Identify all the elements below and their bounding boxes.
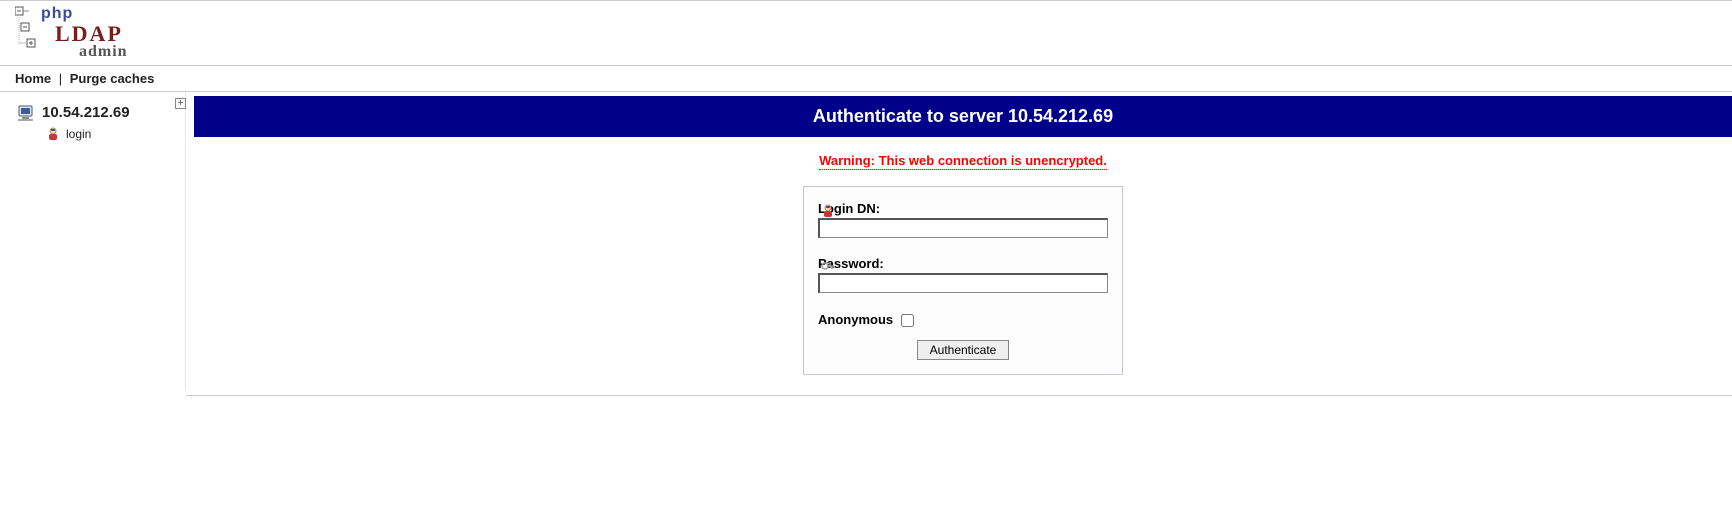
sidebar-login-item[interactable]: login: [0, 127, 185, 141]
app-logo: php LDAP admin: [15, 5, 1732, 61]
nav-bar: Home | Purge caches: [0, 66, 1732, 92]
nav-separator: |: [59, 71, 62, 86]
anonymous-label: Anonymous: [818, 312, 893, 327]
password-input[interactable]: [818, 273, 1108, 293]
nav-purge-caches[interactable]: Purge caches: [70, 71, 155, 86]
tree-icon: [15, 5, 39, 51]
login-dn-input[interactable]: [818, 218, 1108, 238]
warning-text: Warning: This web connection is unencryp…: [819, 153, 1107, 170]
nav-home[interactable]: Home: [15, 71, 51, 86]
user-icon: [46, 127, 60, 141]
page-title: Authenticate to server 10.54.212.69: [194, 96, 1732, 137]
expand-sidebar-button[interactable]: +: [175, 98, 186, 109]
sidebar: + 10.54.212.69: [0, 92, 186, 390]
sidebar-login-link[interactable]: login: [66, 127, 91, 141]
login-dn-label: Login DN:: [818, 201, 1108, 216]
main-panel: Authenticate to server 10.54.212.69 Warn…: [186, 92, 1732, 396]
key-icon: [821, 259, 835, 273]
login-form: Login DN: Password:: [803, 186, 1123, 375]
server-entry[interactable]: 10.54.212.69: [0, 100, 185, 127]
server-ip-label: 10.54.212.69: [42, 104, 130, 121]
server-icon: [18, 105, 36, 121]
user-icon: [821, 204, 835, 218]
anonymous-checkbox[interactable]: [901, 314, 914, 327]
authenticate-button[interactable]: Authenticate: [917, 340, 1010, 360]
warning-banner: Warning: This web connection is unencryp…: [194, 153, 1732, 168]
app-header: php LDAP admin: [0, 1, 1732, 66]
logo-text-admin: admin: [79, 43, 128, 61]
password-label: Password:: [818, 256, 1108, 271]
